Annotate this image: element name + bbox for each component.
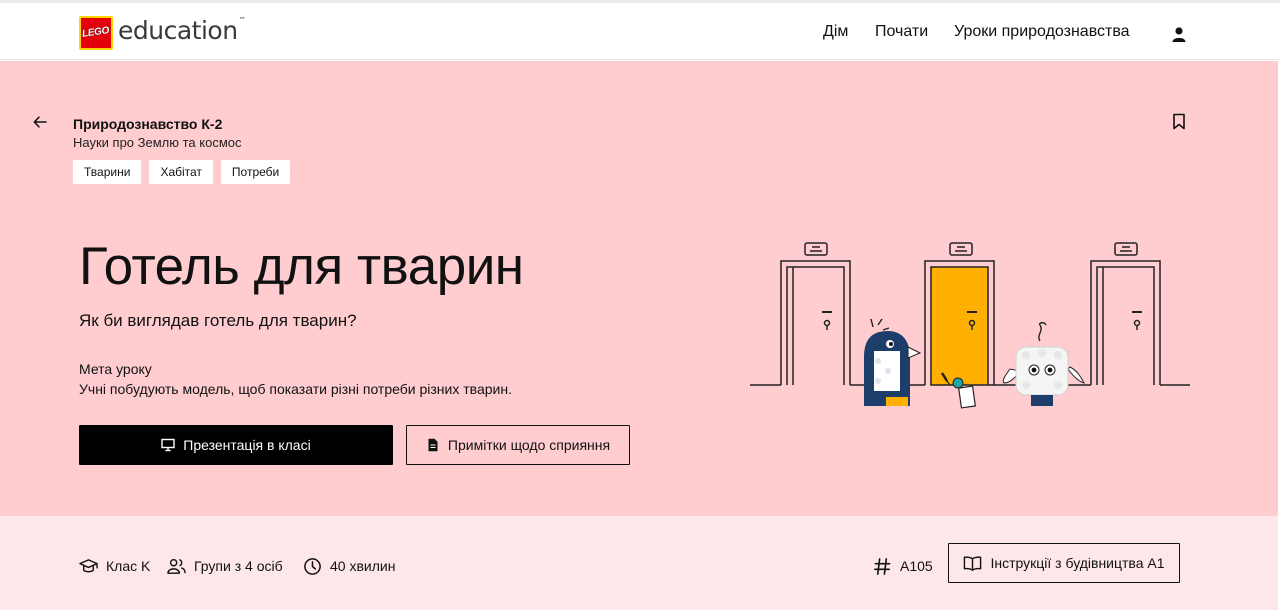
building-instructions-button[interactable]: Інструкції з будівництва A1 bbox=[948, 543, 1180, 583]
hash-icon bbox=[874, 557, 891, 575]
lesson-question: Як би виглядав готель для тварин? bbox=[79, 311, 357, 330]
door-left bbox=[780, 242, 851, 385]
course-subtitle: Науки про Землю та космос bbox=[73, 135, 242, 150]
lesson-title: Готель для тварин bbox=[79, 237, 524, 296]
lesson-info-bar: Клас K Групи з 4 осіб 40 хвилин A105 Інс… bbox=[0, 516, 1278, 610]
animal-hotel-illustration bbox=[750, 242, 1190, 409]
nav-home-link[interactable]: Дім bbox=[823, 23, 848, 41]
users-icon bbox=[167, 558, 186, 574]
open-book-icon bbox=[964, 555, 982, 571]
door-right bbox=[1090, 242, 1161, 385]
groups-info: Групи з 4 осіб bbox=[167, 556, 283, 576]
arrow-left-icon[interactable] bbox=[32, 114, 48, 130]
groups-label: Групи з 4 осіб bbox=[194, 558, 283, 574]
set-code-info: A105 bbox=[873, 556, 933, 576]
lesson-hero: Природознавство К-2 Науки про Землю та к… bbox=[0, 61, 1278, 516]
nav-start-link[interactable]: Почати bbox=[875, 23, 928, 41]
duration-info: 40 хвилин bbox=[303, 556, 395, 576]
course-title: Природознавство К-2 bbox=[73, 116, 223, 132]
tag-needs[interactable]: Потреби bbox=[220, 160, 291, 184]
grade-info: Клас K bbox=[79, 556, 150, 576]
lesson-goal-label: Мета уроку bbox=[79, 361, 152, 377]
facilitation-notes-label: Примітки щодо сприяння bbox=[447, 437, 611, 453]
user-icon[interactable] bbox=[1171, 26, 1187, 42]
bookmark-icon[interactable] bbox=[1172, 113, 1186, 130]
grade-label: Клас K bbox=[106, 558, 151, 574]
facilitation-notes-button[interactable]: Примітки щодо сприяння bbox=[406, 425, 630, 465]
classroom-presentation-label: Презентація в класі bbox=[183, 437, 311, 453]
nav-lessons-link[interactable]: Уроки природознавства bbox=[954, 23, 1130, 41]
classroom-presentation-button[interactable]: Презентація в класі bbox=[79, 425, 393, 465]
graduation-cap-icon bbox=[79, 558, 98, 572]
sheep-figure bbox=[1002, 322, 1085, 406]
lesson-goal-text: Учні побудують модель, щоб показати різн… bbox=[79, 381, 512, 397]
main-nav: Дім Почати Уроки природознавства bbox=[0, 23, 1280, 47]
site-header: LEGO education™ Дім Почати Уроки природо… bbox=[0, 3, 1280, 60]
penguin-figure bbox=[864, 318, 922, 406]
door-middle bbox=[924, 242, 995, 386]
presentation-icon bbox=[161, 438, 175, 452]
tag-habitat[interactable]: Хабітат bbox=[149, 160, 213, 184]
tag-list: Тварини Хабітат Потреби bbox=[73, 160, 291, 184]
tag-animals[interactable]: Тварини bbox=[73, 160, 142, 184]
building-instructions-label: Інструкції з будівництва A1 bbox=[990, 555, 1165, 571]
set-code-label: A105 bbox=[900, 558, 933, 574]
clock-icon bbox=[304, 557, 321, 575]
duration-label: 40 хвилин bbox=[330, 558, 396, 574]
document-icon bbox=[428, 438, 438, 452]
